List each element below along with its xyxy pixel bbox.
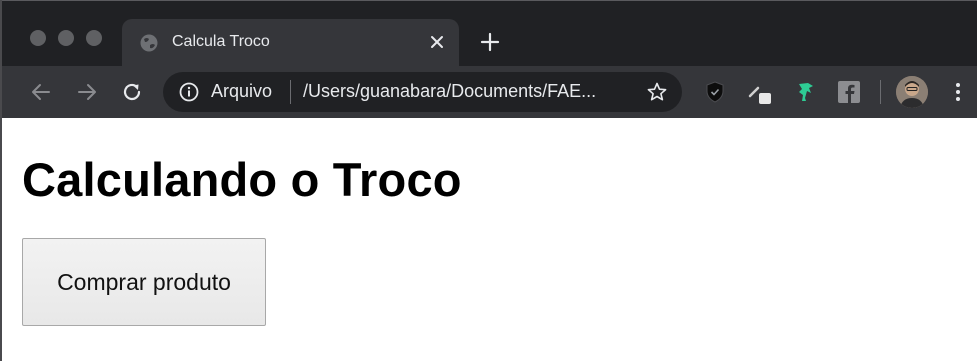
page-content: Calculando o Troco Comprar produto — [4, 118, 977, 361]
omnibox-divider — [290, 80, 291, 104]
profile-avatar[interactable] — [896, 76, 928, 108]
buy-product-button[interactable]: Comprar produto — [22, 238, 266, 326]
globe-icon — [140, 34, 158, 52]
dino-extension-icon[interactable] — [792, 79, 818, 105]
window-maximize-control[interactable] — [86, 30, 102, 46]
url-text[interactable]: /Users/guanabara/Documents/FAE... — [303, 81, 596, 102]
shield-extension-icon[interactable] — [702, 79, 728, 105]
tab-title: Calcula Troco — [172, 33, 270, 50]
browser-window: Calcula Troco Arquivo /Users/guanabara/D… — [0, 0, 977, 361]
new-tab-icon[interactable] — [480, 32, 500, 52]
star-icon[interactable] — [646, 81, 668, 103]
window-close-control[interactable] — [30, 30, 46, 46]
facebook-extension-icon[interactable] — [836, 79, 862, 105]
window-minimize-control[interactable] — [58, 30, 74, 46]
scheme-label: Arquivo — [211, 81, 273, 101]
kebab-icon[interactable] — [946, 80, 970, 104]
reload-icon[interactable] — [120, 80, 144, 104]
toolbar-divider — [880, 80, 881, 104]
tab-strip: Calcula Troco — [2, 0, 977, 67]
tab-calcula-troco[interactable]: Calcula Troco — [122, 19, 459, 67]
address-bar[interactable]: Arquivo /Users/guanabara/Documents/FAE..… — [163, 72, 682, 112]
info-icon[interactable] — [179, 82, 199, 102]
page-title: Calculando o Troco — [22, 153, 462, 206]
close-icon[interactable] — [428, 33, 446, 51]
browser-toolbar: Arquivo /Users/guanabara/Documents/FAE..… — [2, 66, 977, 118]
arrow-right-icon[interactable] — [75, 80, 99, 104]
arrow-left-icon[interactable] — [29, 80, 53, 104]
pen-extension-icon[interactable] — [746, 79, 772, 105]
avatar-image — [896, 76, 928, 108]
